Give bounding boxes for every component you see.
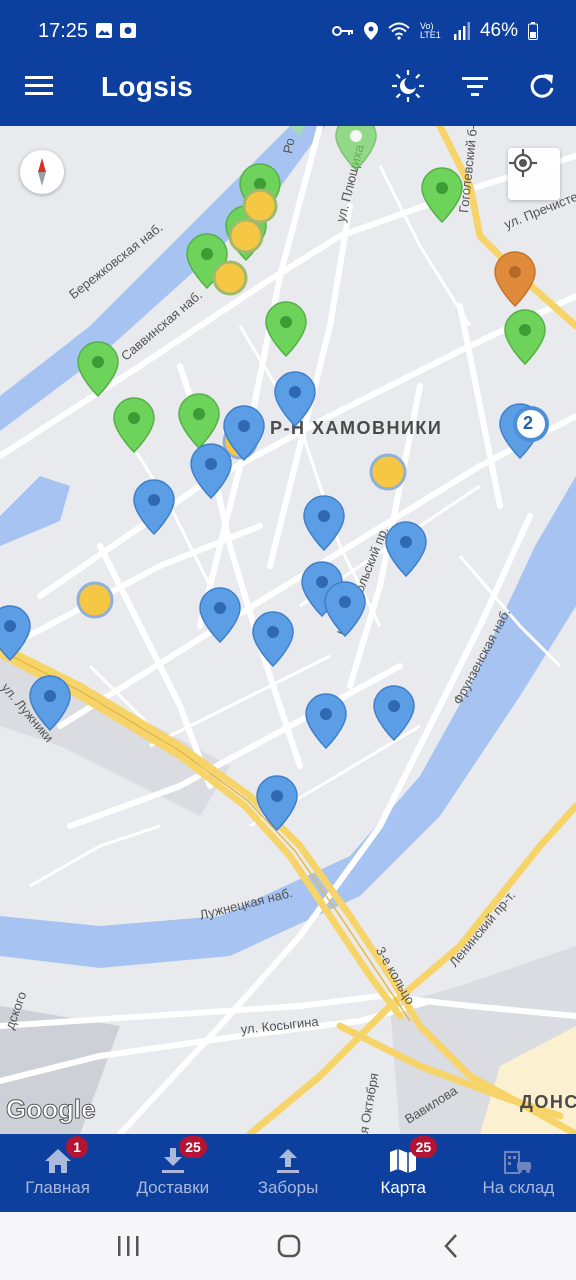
delivery-marker-blue[interactable] <box>373 685 415 741</box>
hamburger-icon <box>25 76 53 95</box>
wifi-icon <box>388 22 410 40</box>
warehouse-icon <box>504 1151 532 1174</box>
delivery-marker-yellow[interactable] <box>242 188 278 224</box>
delivery-marker-green[interactable] <box>113 397 155 453</box>
delivery-marker-green[interactable] <box>265 301 307 357</box>
nav-item-warehouse[interactable]: На склад <box>461 1134 576 1212</box>
nav-label: Доставки <box>136 1178 210 1197</box>
compass-icon <box>38 158 46 186</box>
back-system-button[interactable] <box>436 1232 466 1260</box>
theme-toggle-button[interactable] <box>388 66 428 106</box>
delivery-marker-blue[interactable] <box>385 521 427 577</box>
filter-button[interactable] <box>458 70 492 102</box>
delivery-marker-yellow[interactable] <box>212 260 248 296</box>
compass-button[interactable] <box>20 150 64 194</box>
filter-icon <box>462 77 488 96</box>
home-system-button[interactable] <box>272 1230 306 1262</box>
nav-label: Заборы <box>257 1178 319 1197</box>
app-bar: Logsis <box>0 46 576 126</box>
battery-percent: 46% <box>479 20 518 41</box>
delivery-marker-green[interactable] <box>77 341 119 397</box>
delivery-marker-yellow[interactable] <box>228 218 264 254</box>
system-nav-bar <box>0 1212 576 1280</box>
delivery-marker-blue[interactable] <box>199 587 241 643</box>
google-attribution: Google <box>6 1094 97 1125</box>
status-bar: 17:25 Vo) LTE1 46% <box>0 0 576 46</box>
nav-label: Карта <box>380 1178 426 1197</box>
nav-item-deliveries[interactable]: 25 Доставки <box>115 1134 230 1212</box>
delivery-marker-yellow[interactable] <box>369 453 407 491</box>
delivery-marker-green[interactable] <box>504 309 546 365</box>
delivery-marker-green[interactable] <box>178 393 220 449</box>
status-time: 17:25 <box>38 20 89 42</box>
battery-icon <box>528 22 538 40</box>
refresh-icon <box>530 74 554 98</box>
key-icon <box>331 26 353 36</box>
upload-icon <box>277 1149 299 1173</box>
markers-layer <box>0 126 549 831</box>
nav-label: Главная <box>25 1178 90 1197</box>
menu-button[interactable] <box>24 72 54 100</box>
delivery-marker-blue[interactable] <box>0 605 31 661</box>
signal-icon <box>453 22 470 40</box>
notification-icons <box>96 22 140 45</box>
back-icon <box>444 1234 457 1258</box>
delivery-marker-blue[interactable] <box>324 581 366 637</box>
delivery-marker-blue[interactable] <box>133 479 175 535</box>
recent-apps-icon <box>118 1236 139 1256</box>
crosshair-icon <box>509 149 537 177</box>
delivery-marker-blue[interactable] <box>303 495 345 551</box>
delivery-marker-blue[interactable] <box>29 675 71 731</box>
location-status-icon <box>363 22 378 40</box>
nav-item-pickups[interactable]: Заборы <box>230 1134 345 1212</box>
delivery-marker-orange[interactable] <box>494 251 536 307</box>
delivery-marker-blue[interactable] <box>305 693 347 749</box>
status-right: Vo) LTE1 46% <box>331 20 538 42</box>
nav-label: На склад <box>482 1178 555 1197</box>
delivery-marker-green[interactable] <box>421 167 463 223</box>
delivery-marker-blue[interactable] <box>252 611 294 667</box>
nav-item-home[interactable]: 1 Главная <box>0 1134 115 1212</box>
day-night-icon <box>392 70 424 102</box>
marker-cluster-count: 2 <box>523 413 534 433</box>
nav-badge: 25 <box>179 1136 207 1158</box>
nav-item-map[interactable]: 25 Карта <box>346 1134 461 1212</box>
delivery-marker-blue[interactable] <box>274 371 316 427</box>
nav-badge: 1 <box>66 1136 88 1158</box>
delivery-marker-blue[interactable] <box>256 775 298 831</box>
delivery-marker-yellow[interactable] <box>76 581 114 619</box>
refresh-button[interactable] <box>524 68 560 104</box>
delivery-marker-blue[interactable] <box>190 443 232 499</box>
my-location-button[interactable] <box>508 148 560 200</box>
home-circle-icon <box>277 1234 301 1258</box>
app-title: Logsis <box>101 71 194 102</box>
nav-badge: 25 <box>409 1136 438 1158</box>
delivery-marker-green[interactable] <box>335 126 377 171</box>
bottom-nav: 1 Главная 25 Доставки Заборы 25 Карта На… <box>0 1134 576 1212</box>
network-label: Vo) LTE1 <box>419 21 441 40</box>
map-view[interactable]: Бережковская наб. Саввинская наб. ул. Пл… <box>0 126 576 1134</box>
recent-apps-button[interactable] <box>110 1232 146 1260</box>
